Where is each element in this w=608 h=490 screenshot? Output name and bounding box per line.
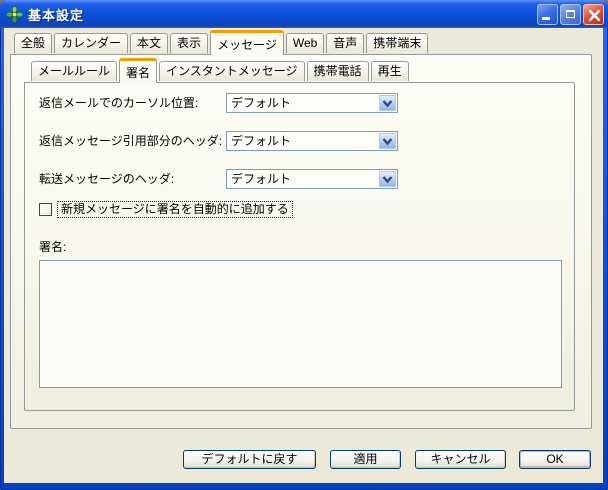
reply-quote-header-select[interactable]: デフォルト [226,131,398,151]
dialog-client-area: 全般 カレンダー 本文 表示 メッセージ Web 音声 携帯端末 メールルール … [4,28,603,483]
tab-mail-rules[interactable]: メールルール [31,61,118,81]
forward-header-label: 転送メッセージのヘッダ: [39,172,175,186]
restore-defaults-button[interactable]: デフォルトに戻す [183,450,316,469]
signature-tab-page: 返信メールでのカーソル位置: デフォルト 返信メッセージ引用部分のヘッダ: デフ… [24,82,575,411]
reply-quote-header-label: 返信メッセージ引用部分のヘッダ: [39,134,223,148]
tab-display[interactable]: 表示 [170,33,209,53]
message-tab-page: 返信メールでのカーソル位置: デフォルト 返信メッセージ引用部分のヘッダ: デフ… [10,54,592,429]
close-icon [588,9,601,21]
tab-sound[interactable]: 音声 [326,33,365,53]
preferences-window: 基本設定 全般 カレンダー 本文 表示 メッセージ Web 音声 携帯端末 メー… [0,0,608,490]
tab-instant-message[interactable]: インスタントメッセージ [159,61,305,81]
reply-cursor-position-label: 返信メールでのカーソル位置: [39,96,199,110]
chevron-down-icon[interactable] [379,133,396,149]
chevron-down-icon[interactable] [379,95,396,111]
signature-textarea[interactable] [39,260,562,388]
tab-message[interactable]: メッセージ [210,30,284,55]
shuriken-app-icon [6,5,23,23]
minimize-icon [542,16,550,20]
maximize-icon [566,9,575,18]
auto-add-signature-label[interactable]: 新規メッセージに署名を自動的に追加する [57,201,293,218]
tab-playback[interactable]: 再生 [370,61,409,81]
reply-cursor-position-value: デフォルト [231,96,292,110]
window-title: 基本設定 [28,7,85,23]
auto-add-signature-checkbox[interactable] [39,203,52,216]
primary-tab-strip: 全般 カレンダー 本文 表示 メッセージ Web 音声 携帯端末 [10,30,429,55]
signature-label: 署名: [39,240,67,254]
tab-mobile-device[interactable]: 携帯端末 [366,33,429,53]
ok-button[interactable]: OK [519,450,591,469]
tab-body[interactable]: 本文 [130,33,169,53]
secondary-tab-strip: メールルール 署名 インスタントメッセージ 携帯電話 再生 [24,58,409,83]
titlebar[interactable]: 基本設定 [0,0,608,28]
tab-calendar[interactable]: カレンダー [54,33,129,53]
maximize-button[interactable] [560,3,581,25]
window-controls [537,3,604,25]
tab-general[interactable]: 全般 [14,33,53,53]
reply-cursor-position-select[interactable]: デフォルト [226,93,398,113]
cancel-button[interactable]: キャンセル [415,450,506,469]
forward-header-select[interactable]: デフォルト [226,169,398,189]
close-button[interactable] [583,3,604,25]
tab-signature[interactable]: 署名 [119,58,158,83]
minimize-button[interactable] [537,3,558,25]
forward-header-value: デフォルト [231,172,292,186]
chevron-down-icon[interactable] [379,171,396,187]
apply-button[interactable]: 適用 [330,450,401,469]
tab-mobile-phone[interactable]: 携帯電話 [306,61,369,81]
tab-web[interactable]: Web [285,33,325,53]
reply-quote-header-value: デフォルト [231,134,292,148]
